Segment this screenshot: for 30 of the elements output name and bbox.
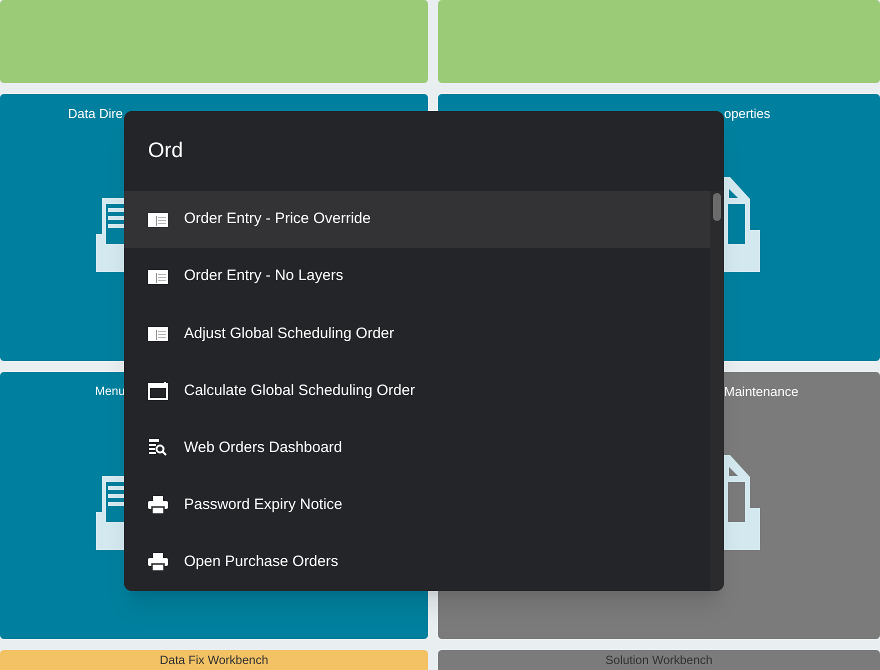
tile-title: Solution Workbench bbox=[605, 654, 713, 667]
result-label: Web Orders Dashboard bbox=[184, 438, 342, 458]
scrollbar[interactable] bbox=[710, 191, 724, 591]
result-label: Calculate Global Scheduling Order bbox=[184, 380, 415, 401]
printer-icon bbox=[148, 553, 168, 572]
tile-title: operties bbox=[724, 105, 770, 123]
result-item[interactable]: Open Purchase Orders bbox=[124, 534, 710, 591]
table-icon bbox=[148, 326, 168, 341]
document-icon bbox=[724, 455, 760, 550]
result-label: Open Purchase Orders bbox=[184, 552, 338, 572]
result-label: Adjust Global Scheduling Order bbox=[184, 324, 394, 344]
scrollbar-thumb[interactable] bbox=[713, 193, 721, 221]
tile-title: Data Dire bbox=[68, 105, 123, 123]
result-label: Order Entry - No Layers bbox=[184, 266, 344, 286]
tile-title: Menu bbox=[95, 383, 126, 400]
tile[interactable] bbox=[0, 0, 428, 83]
tile-title: Data Fix Workbench bbox=[160, 654, 268, 667]
report-search-icon bbox=[148, 439, 168, 458]
table-icon bbox=[148, 212, 168, 227]
calendar-icon bbox=[148, 382, 168, 400]
tile[interactable] bbox=[438, 0, 880, 83]
table-icon bbox=[148, 270, 168, 284]
tile[interactable]: Data Fix Workbench bbox=[0, 650, 428, 670]
search-field[interactable]: Ord bbox=[148, 135, 688, 167]
result-item[interactable]: Order Entry - Price Override bbox=[124, 191, 710, 248]
printer-icon bbox=[148, 496, 168, 514]
result-label: Password Expiry Notice bbox=[184, 495, 342, 516]
result-label: Order Entry - Price Override bbox=[184, 209, 371, 230]
tile-title: Maintenance bbox=[724, 383, 798, 401]
document-icon bbox=[724, 177, 760, 272]
